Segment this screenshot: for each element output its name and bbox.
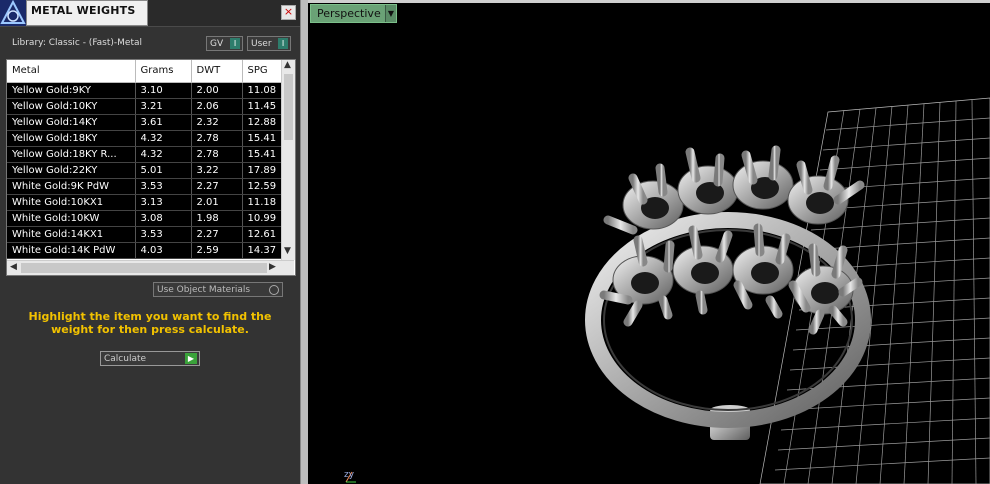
table-row[interactable]: Yellow Gold:18KY R... 4.32 2.78 15.41 bbox=[7, 146, 283, 163]
table-row[interactable]: White Gold:10KX1 3.13 2.01 11.18 bbox=[7, 194, 283, 211]
cell-metal: Yellow Gold:18KY bbox=[7, 130, 136, 147]
cell-grams: 3.10 bbox=[135, 82, 192, 99]
viewport-scene bbox=[345, 97, 990, 484]
column-header-grams[interactable]: Grams bbox=[135, 60, 192, 83]
cell-grams: 3.08 bbox=[135, 210, 192, 227]
user-toggle-knob: I bbox=[278, 38, 288, 49]
chevron-down-icon[interactable]: ▼ bbox=[385, 5, 396, 22]
cell-metal: Yellow Gold:10KY bbox=[7, 98, 136, 115]
cell-dwt: 2.78 bbox=[191, 146, 243, 163]
cell-dwt: 2.06 bbox=[191, 98, 243, 115]
cell-metal: White Gold:14K PdW bbox=[7, 242, 136, 259]
cell-grams: 3.53 bbox=[135, 178, 192, 195]
cell-spg: 14.37 bbox=[242, 242, 283, 259]
cell-dwt: 2.00 bbox=[191, 82, 243, 99]
gv-toggle-label: GV bbox=[210, 39, 224, 49]
scroll-down-arrow-icon[interactable]: ▼ bbox=[284, 246, 291, 256]
cell-metal: White Gold:10KW bbox=[7, 210, 136, 227]
cell-metal: Yellow Gold:18KY R... bbox=[7, 146, 136, 163]
3d-viewport[interactable]: zy Perspective ▼ bbox=[308, 0, 990, 484]
cell-metal: Yellow Gold:9KY bbox=[7, 82, 136, 99]
cell-spg: 12.61 bbox=[242, 226, 283, 243]
cell-metal: Yellow Gold:14KY bbox=[7, 114, 136, 131]
cell-spg: 10.99 bbox=[242, 210, 283, 227]
panel-title-tab[interactable]: METAL WEIGHTS bbox=[26, 0, 148, 26]
cell-grams: 3.53 bbox=[135, 226, 192, 243]
metal-weights-panel: METAL WEIGHTS × Library: Classic - (Fast… bbox=[0, 0, 300, 484]
cell-metal: White Gold:14KX1 bbox=[7, 226, 136, 243]
table-vertical-scrollbar[interactable]: ▲ ▼ bbox=[281, 60, 295, 260]
scroll-left-arrow-icon[interactable]: ◀ bbox=[10, 262, 17, 272]
cell-dwt: 3.22 bbox=[191, 162, 243, 179]
cell-spg: 11.45 bbox=[242, 98, 283, 115]
cell-spg: 11.08 bbox=[242, 82, 283, 99]
cell-spg: 12.88 bbox=[242, 114, 283, 131]
table-row[interactable]: Yellow Gold:10KY 3.21 2.06 11.45 bbox=[7, 98, 283, 115]
column-header-dwt[interactable]: DWT bbox=[191, 60, 243, 83]
table-horizontal-scrollbar[interactable]: ◀ ▶ bbox=[7, 260, 294, 275]
cell-spg: 12.59 bbox=[242, 178, 283, 195]
cell-dwt: 2.59 bbox=[191, 242, 243, 259]
user-toggle-label: User bbox=[251, 39, 272, 49]
cell-dwt: 2.27 bbox=[191, 226, 243, 243]
cell-grams: 4.32 bbox=[135, 146, 192, 163]
cell-dwt: 2.78 bbox=[191, 130, 243, 147]
gv-toggle[interactable]: GV I bbox=[206, 36, 243, 51]
table-row[interactable]: Yellow Gold:22KY 5.01 3.22 17.89 bbox=[7, 162, 283, 179]
metal-table: Metal Grams DWT SPG Yellow Gold:9KY 3.10… bbox=[6, 59, 296, 276]
library-label: Library: Classic - (Fast)-Metal bbox=[12, 38, 143, 48]
cell-metal: Yellow Gold:22KY bbox=[7, 162, 136, 179]
use-object-materials-label: Use Object Materials bbox=[157, 285, 251, 295]
table-row[interactable]: White Gold:10KW 3.08 1.98 10.99 bbox=[7, 210, 283, 227]
panel-title: METAL WEIGHTS bbox=[31, 4, 136, 17]
table-row[interactable]: Yellow Gold:14KY 3.61 2.32 12.88 bbox=[7, 114, 283, 131]
table-header-row: Metal Grams DWT SPG bbox=[7, 60, 283, 83]
ring-model[interactable] bbox=[585, 145, 871, 440]
table-row[interactable]: White Gold:14KX1 3.53 2.27 12.61 bbox=[7, 226, 283, 243]
user-toggle[interactable]: User I bbox=[247, 36, 291, 51]
view-mode-dropdown[interactable]: Perspective ▼ bbox=[310, 4, 397, 23]
cell-spg: 17.89 bbox=[242, 162, 283, 179]
gv-toggle-knob: I bbox=[230, 38, 240, 49]
instruction-text: Highlight the item you want to find the … bbox=[28, 310, 272, 336]
cell-grams: 3.21 bbox=[135, 98, 192, 115]
cell-grams: 3.61 bbox=[135, 114, 192, 131]
app-logo-icon bbox=[0, 0, 26, 26]
vertical-scroll-thumb[interactable] bbox=[284, 74, 293, 140]
calculate-label: Calculate bbox=[104, 354, 147, 364]
horizontal-scroll-thumb[interactable] bbox=[21, 263, 267, 273]
table-row[interactable]: White Gold:14K PdW 4.03 2.59 14.37 bbox=[7, 242, 283, 259]
column-header-metal[interactable]: Metal bbox=[7, 60, 136, 83]
axis-label: zy bbox=[344, 470, 355, 480]
table-row[interactable]: White Gold:9K PdW 3.53 2.27 12.59 bbox=[7, 178, 283, 195]
view-mode-label: Perspective bbox=[317, 7, 381, 20]
column-header-spg[interactable]: SPG bbox=[242, 60, 283, 83]
use-object-materials-toggle[interactable]: Use Object Materials bbox=[153, 282, 283, 297]
panel-titlebar: METAL WEIGHTS × bbox=[0, 0, 300, 27]
table-row[interactable]: Yellow Gold:9KY 3.10 2.00 11.08 bbox=[7, 82, 283, 99]
close-icon[interactable]: × bbox=[281, 5, 296, 20]
cell-grams: 4.03 bbox=[135, 242, 192, 259]
cell-spg: 15.41 bbox=[242, 130, 283, 147]
cell-dwt: 2.32 bbox=[191, 114, 243, 131]
scroll-right-arrow-icon[interactable]: ▶ bbox=[269, 262, 276, 272]
calculate-button[interactable]: Calculate ▶ bbox=[100, 351, 200, 366]
play-arrow-icon: ▶ bbox=[185, 353, 197, 364]
cell-dwt: 2.27 bbox=[191, 178, 243, 195]
cell-grams: 5.01 bbox=[135, 162, 192, 179]
cell-grams: 3.13 bbox=[135, 194, 192, 211]
cell-metal: White Gold:10KX1 bbox=[7, 194, 136, 211]
cell-metal: White Gold:9K PdW bbox=[7, 178, 136, 195]
radio-circle-icon bbox=[269, 285, 279, 295]
cell-dwt: 2.01 bbox=[191, 194, 243, 211]
scroll-up-arrow-icon[interactable]: ▲ bbox=[284, 60, 291, 70]
cell-grams: 4.32 bbox=[135, 130, 192, 147]
cell-spg: 11.18 bbox=[242, 194, 283, 211]
cell-dwt: 1.98 bbox=[191, 210, 243, 227]
table-row[interactable]: Yellow Gold:18KY 4.32 2.78 15.41 bbox=[7, 130, 283, 147]
cell-spg: 15.41 bbox=[242, 146, 283, 163]
